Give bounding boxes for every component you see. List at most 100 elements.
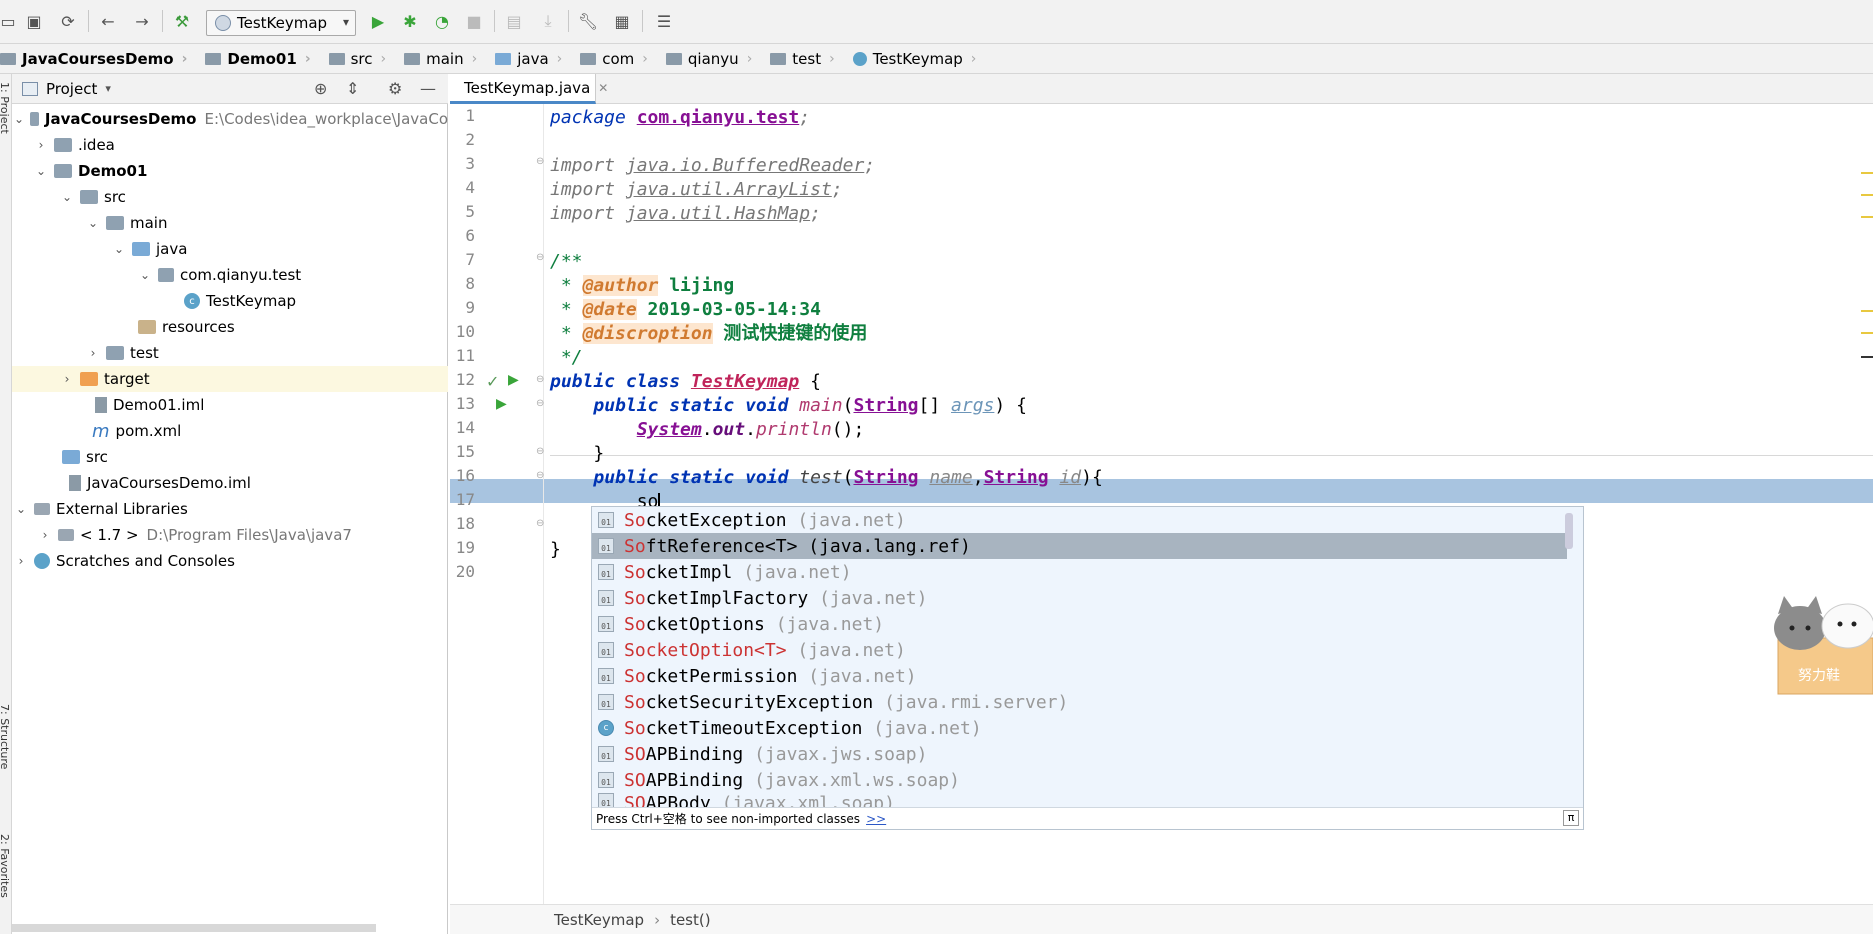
breadcrumb: JavaCoursesDemo › Demo01 › src › main › java… [0, 44, 1873, 74]
project-view-icon [22, 81, 38, 96]
run-gutter-icon[interactable]: ▶ [496, 396, 507, 412]
completion-item[interactable]: 01 SO APBinding (javax.jws.soap) [592, 741, 1567, 767]
completion-item[interactable]: 01 So ftReference<T> (java.lang.ref) [592, 533, 1567, 559]
sync-icon[interactable]: ⟳ [56, 9, 80, 33]
line-number: 8 [465, 274, 475, 293]
breadcrumb-item[interactable]: java › [487, 44, 572, 74]
code-line: * @discroption 测试快捷键的使用 [550, 323, 868, 344]
breadcrumb-item[interactable]: qianyu › [658, 44, 762, 74]
build-icon[interactable]: ⚒ [170, 9, 194, 33]
tree-node[interactable]: › test [12, 340, 448, 366]
tree-node[interactable]: resources [12, 314, 448, 340]
line-number: 14 [455, 418, 475, 437]
tree-node[interactable]: › .idea [12, 132, 448, 158]
completion-item[interactable]: 01 So cketImpl (java.net) [592, 559, 1567, 585]
locate-icon[interactable]: ⊕ [314, 79, 327, 98]
completion-item[interactable]: 01 So cketImplFactory (java.net) [592, 585, 1567, 611]
project-panel-title[interactable]: Project [46, 80, 97, 98]
tree-node[interactable]: ⌄ External Libraries [12, 496, 448, 522]
project-structure-icon[interactable]: ▦ [610, 9, 634, 33]
tree-node[interactable]: › target [12, 366, 448, 392]
breadcrumb-item[interactable]: main › [396, 44, 487, 74]
wrench-icon[interactable]: 🔧︎ [576, 9, 600, 33]
collapse-all-icon[interactable]: ⇕ [346, 79, 359, 98]
editor-gutter: 1 2 3 4 5 6 7 8 9 10 11 12 13 14 15 16 1… [450, 104, 544, 904]
coverage-icon[interactable]: ◔ [430, 9, 454, 33]
tree-node[interactable]: ⌄ main [12, 210, 448, 236]
breadcrumb-item[interactable]: test › [762, 44, 844, 74]
completion-item[interactable]: 01 So cketPermission (java.net) [592, 663, 1567, 689]
folder-open-icon[interactable]: ▭ [0, 9, 20, 33]
popup-scrollbar[interactable] [1565, 513, 1573, 549]
cat-sticker-image: 努力鞋 [1770, 590, 1873, 700]
forward-icon[interactable]: → [130, 9, 154, 33]
breadcrumb-item[interactable]: com › [572, 44, 658, 74]
popup-footer: Press Ctrl+空格 to see non-imported classe… [592, 807, 1583, 829]
code-line: import java.util.HashMap; [550, 203, 821, 224]
editor-breadcrumb: TestKeymap › test() [450, 904, 1873, 934]
editor-tabs: TestKeymap.java ✕ [450, 74, 1873, 104]
implemented-icon[interactable]: ✓ [486, 372, 499, 391]
tree-node[interactable]: › Scratches and Consoles [12, 548, 448, 574]
pi-icon[interactable]: π [1563, 810, 1579, 826]
popup-hint-link[interactable]: >> [866, 812, 886, 826]
line-number: 12 [455, 370, 475, 389]
tab-testkeymap-java[interactable]: TestKeymap.java ✕ [450, 74, 608, 104]
code-line: } [550, 539, 561, 560]
hide-icon[interactable]: — [420, 79, 436, 98]
run-gutter-icon[interactable]: ▶ [508, 372, 519, 388]
line-number: 1 [465, 106, 475, 125]
breadcrumb-item[interactable]: src › [321, 44, 397, 74]
tree-node[interactable]: › < 1.7 > D:\Program Files\Java\java7 [12, 522, 448, 548]
completion-item[interactable]: 01 SO APBody (javax.xml.soap) [592, 793, 1567, 807]
run-icon[interactable]: ▶ [366, 9, 390, 33]
tree-node[interactable]: ⌄ com.qianyu.test [12, 262, 448, 288]
breadcrumb-class[interactable]: TestKeymap [554, 911, 644, 929]
code-line: } [550, 443, 605, 464]
tree-node[interactable]: ⌄ src [12, 184, 448, 210]
code-line: */ [550, 347, 583, 368]
save-icon[interactable]: ▣ [22, 9, 46, 33]
horizontal-scrollbar[interactable] [12, 924, 376, 932]
structure-tool-button[interactable]: 7: Structure [0, 704, 11, 769]
project-panel: Project ▾ ⊕ ⇕ ⚙ — ⌄ JavaCoursesDemo E:\Cod… [12, 74, 448, 934]
code-line: * @author lijing [550, 275, 735, 296]
debug-icon[interactable]: ✱ [398, 9, 422, 33]
run-configuration-select[interactable]: TestKeymap ▾ [206, 10, 356, 36]
favorites-tool-button[interactable]: 2: Favorites [0, 834, 11, 898]
completion-item[interactable]: 01 So cketOptions (java.net) [592, 611, 1567, 637]
tree-node[interactable]: JavaCoursesDemo.iml [12, 470, 448, 496]
download-icon[interactable]: ⤓ [536, 9, 560, 33]
stop-icon[interactable]: ■ [462, 9, 486, 33]
class-icon [215, 15, 231, 31]
gear-icon[interactable]: ⚙ [388, 79, 402, 98]
sdk-icon[interactable]: ☰ [652, 9, 676, 33]
update-icon[interactable]: ▤ [502, 9, 526, 33]
class-icon: c [184, 293, 200, 309]
tree-node[interactable]: ⌄ Demo01 [12, 158, 448, 184]
completion-item[interactable]: 01 So cketSecurityException (java.rmi.serv… [592, 689, 1567, 715]
tree-node[interactable]: ⌄ java [12, 236, 448, 262]
tree-node[interactable]: src [12, 444, 448, 470]
back-icon[interactable]: ← [96, 9, 120, 33]
error-stripe[interactable] [1861, 104, 1873, 904]
breadcrumb-item[interactable]: JavaCoursesDemo › [0, 44, 197, 74]
project-tool-button[interactable]: 1: Project [0, 82, 11, 134]
tree-node[interactable]: m pom.xml [12, 418, 448, 444]
completion-item[interactable]: 01 SO APBinding (javax.xml.ws.soap) [592, 767, 1567, 793]
project-panel-header: Project ▾ ⊕ ⇕ ⚙ — [12, 74, 448, 104]
completion-item[interactable]: c So cketTimeoutException (java.net) [592, 715, 1567, 741]
completion-item[interactable]: 01 So cketException (java.net) [592, 507, 1567, 533]
chevron-down-icon[interactable]: ▾ [105, 82, 111, 95]
close-icon[interactable]: ✕ [598, 81, 608, 95]
code-line: public static void main(String[] args) { [593, 395, 1027, 416]
tree-node[interactable]: c TestKeymap [12, 288, 448, 314]
breadcrumb-method[interactable]: test() [670, 911, 711, 929]
tree-node[interactable]: ⌄ JavaCoursesDemo E:\Codes\idea_workplace\… [12, 106, 448, 132]
breadcrumb-item[interactable]: TestKeymap › [845, 44, 987, 74]
line-number: 6 [465, 226, 475, 245]
completion-item[interactable]: 01 So cketOption<T> (java.net) [592, 637, 1567, 663]
code-line: public static void test(String name,Stri… [593, 467, 1103, 488]
breadcrumb-item[interactable]: Demo01 › [197, 44, 320, 74]
tree-node[interactable]: Demo01.iml [12, 392, 448, 418]
